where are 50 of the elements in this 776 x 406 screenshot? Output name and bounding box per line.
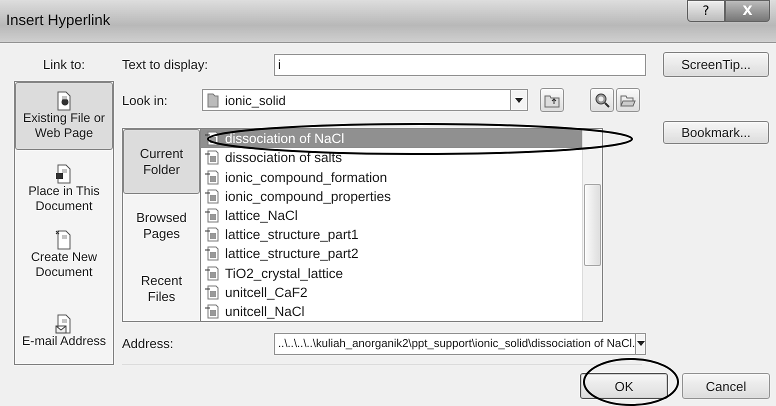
scrollbar[interactable]: [582, 129, 602, 321]
slide-file-icon: [205, 284, 219, 300]
envelope-document-icon: [55, 314, 73, 334]
magnifier-icon: [594, 92, 610, 108]
file-row[interactable]: lattice_NaCl: [201, 206, 582, 226]
slide-file-icon: [205, 266, 219, 281]
file-row[interactable]: lattice_structure_part1: [201, 225, 582, 244]
slide-file-icon: [205, 246, 219, 262]
link-to-item[interactable]: E-mail Address: [15, 298, 113, 364]
file-row[interactable]: lattice_structure_part2: [201, 244, 582, 264]
bookmark-button[interactable]: Bookmark...: [663, 121, 769, 144]
link-to-item[interactable]: Create New Document: [15, 222, 113, 288]
slide-file-icon: [205, 150, 219, 166]
help-button[interactable]: ?: [687, 0, 725, 22]
file-row[interactable]: ionic_compound_properties: [201, 186, 582, 206]
slide-file-icon: [205, 208, 219, 223]
places-item[interactable]: Current Folder: [123, 129, 200, 194]
file-row[interactable]: dissociation of salts: [201, 148, 582, 168]
address-label: Address:: [122, 336, 174, 351]
look-in-label: Look in:: [122, 92, 169, 108]
file-row[interactable]: ionic_compound_formation: [201, 167, 582, 187]
link-to-item[interactable]: Existing File or Web Page: [15, 82, 113, 150]
ok-button[interactable]: OK: [580, 373, 668, 399]
document-icon: [55, 164, 73, 184]
dropdown-arrow-icon: [515, 98, 523, 102]
browse-web-button[interactable]: [590, 88, 614, 112]
places-item[interactable]: Browsed Pages: [132, 194, 192, 258]
up-folder-button[interactable]: [540, 88, 564, 112]
dropdown-arrow-icon: [636, 341, 645, 346]
slide-file-icon: [205, 227, 219, 242]
text-to-display-field[interactable]: i: [274, 54, 646, 76]
link-to-item[interactable]: Place in This Document: [15, 156, 113, 222]
document-icon: [55, 91, 73, 111]
text-to-display-label: Text to display:: [122, 57, 209, 72]
link-to-label: Link to:: [43, 57, 85, 73]
file-row[interactable]: TiO2_crystal_lattice: [201, 263, 582, 283]
slide-file-icon: [205, 170, 219, 184]
file-row[interactable]: unitcell_CaF2: [201, 282, 582, 302]
document-icon: [55, 230, 73, 250]
screentip-button[interactable]: ScreenTip...: [663, 52, 769, 77]
slide-file-icon: [205, 188, 219, 204]
places-item[interactable]: Recent Files: [132, 258, 192, 321]
open-folder-button[interactable]: [616, 88, 640, 112]
file-row[interactable]: unitcell_NaCl: [201, 302, 582, 322]
slide-file-icon: [205, 304, 219, 319]
cancel-button[interactable]: Cancel: [682, 373, 770, 399]
folder-icon: [207, 92, 219, 108]
window-title: Insert Hyperlink: [6, 12, 110, 29]
address-field[interactable]: ..\..\..\..\kuliah_anorganik2\ppt_support\ionic_solid\dissociation of NaCl.: [274, 332, 646, 354]
look-in-dropdown[interactable]: ionic_solid: [202, 89, 528, 111]
